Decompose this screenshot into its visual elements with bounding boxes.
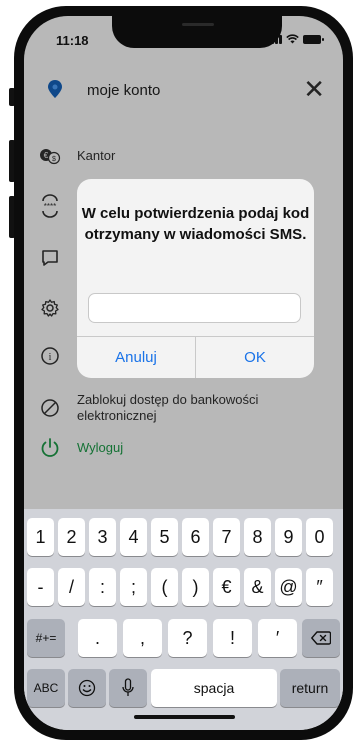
key-5[interactable]: 5 — [151, 518, 178, 556]
key-7[interactable]: 7 — [213, 518, 240, 556]
phone-screen: 11:18 moje konto ✕ € $ Kantor **** i Zab… — [24, 16, 343, 730]
sms-code-input[interactable] — [88, 293, 301, 323]
key-comma[interactable]: , — [123, 619, 162, 657]
key-4[interactable]: 4 — [120, 518, 147, 556]
key-exclamation[interactable]: ! — [213, 619, 252, 657]
key-at[interactable]: @ — [275, 568, 302, 606]
microphone-icon — [122, 678, 134, 696]
key-period[interactable]: . — [78, 619, 117, 657]
key-more-symbols[interactable]: #+= — [27, 619, 65, 657]
emoji-key[interactable] — [68, 669, 106, 707]
emoji-icon — [78, 679, 96, 697]
home-indicator — [134, 715, 235, 719]
key-minus[interactable]: - — [27, 568, 54, 606]
key-colon[interactable]: : — [89, 568, 116, 606]
backspace-icon — [311, 631, 331, 645]
key-semicolon[interactable]: ; — [120, 568, 147, 606]
numeric-keyboard: 1 2 3 4 5 6 7 8 9 0 - / : ; ( ) € & @ ″ … — [24, 509, 343, 730]
key-6[interactable]: 6 — [182, 518, 209, 556]
phone-frame: 11:18 moje konto ✕ € $ Kantor **** i Zab… — [14, 6, 353, 740]
dialog-message: W celu potwierdzenia podaj kod otrzymany… — [81, 205, 310, 243]
key-close-paren[interactable]: ) — [182, 568, 209, 606]
key-0[interactable]: 0 — [306, 518, 333, 556]
battery-icon — [303, 34, 324, 44]
backspace-key[interactable] — [302, 619, 340, 657]
sms-code-dialog: W celu potwierdzenia podaj kod otrzymany… — [77, 179, 314, 378]
key-1[interactable]: 1 — [27, 518, 54, 556]
key-open-paren[interactable]: ( — [151, 568, 178, 606]
key-abc[interactable]: ABC — [27, 669, 65, 707]
space-key[interactable]: spacja — [151, 669, 277, 707]
wifi-icon — [286, 34, 299, 44]
key-apostrophe[interactable]: ′ — [258, 619, 297, 657]
microphone-key[interactable] — [109, 669, 147, 707]
key-euro[interactable]: € — [213, 568, 240, 606]
return-key[interactable]: return — [280, 669, 340, 707]
notch — [112, 16, 282, 48]
key-3[interactable]: 3 — [89, 518, 116, 556]
ok-button[interactable]: OK — [196, 336, 314, 378]
key-2[interactable]: 2 — [58, 518, 85, 556]
key-ampersand[interactable]: & — [244, 568, 271, 606]
cancel-button[interactable]: Anuluj — [77, 336, 195, 378]
key-slash[interactable]: / — [58, 568, 85, 606]
key-9[interactable]: 9 — [275, 518, 302, 556]
key-quote[interactable]: ″ — [306, 568, 333, 606]
key-8[interactable]: 8 — [244, 518, 271, 556]
status-time: 11:18 — [56, 33, 89, 48]
key-question[interactable]: ? — [168, 619, 207, 657]
